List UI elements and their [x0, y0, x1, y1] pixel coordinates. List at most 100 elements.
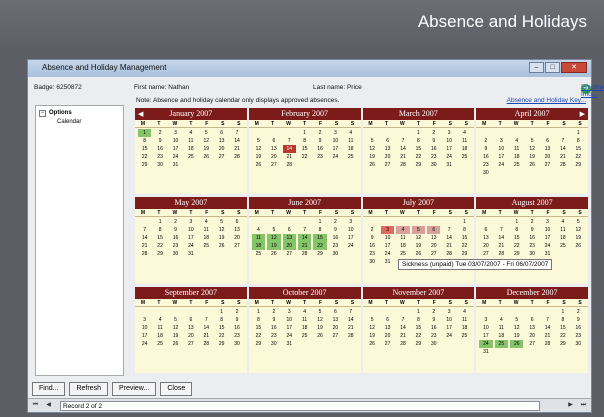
- day-cell[interactable]: 5: [169, 316, 182, 324]
- day-cell[interactable]: 31: [283, 340, 296, 348]
- day-cell[interactable]: 6: [381, 316, 394, 324]
- day-cell[interactable]: 18: [458, 145, 471, 153]
- day-cell[interactable]: 30: [572, 340, 585, 348]
- day-cell[interactable]: 31: [169, 161, 182, 169]
- day-cell[interactable]: 20: [479, 242, 492, 250]
- day-cell[interactable]: 26: [169, 340, 182, 348]
- day-cell[interactable]: 20: [381, 332, 394, 340]
- day-cell[interactable]: 26: [366, 161, 379, 169]
- day-cell[interactable]: 28: [495, 250, 508, 258]
- day-cell[interactable]: 22: [298, 153, 311, 161]
- day-cell[interactable]: 22: [556, 332, 569, 340]
- day-cell[interactable]: 23: [267, 332, 280, 340]
- day-cell[interactable]: 30: [153, 161, 166, 169]
- day-cell[interactable]: 2: [230, 308, 243, 316]
- day-cell[interactable]: 30: [329, 250, 342, 258]
- day-cell[interactable]: 12: [200, 137, 213, 145]
- day-cell[interactable]: 1: [556, 308, 569, 316]
- day-cell[interactable]: 1: [458, 218, 471, 226]
- day-cell[interactable]: 24: [381, 250, 394, 258]
- day-cell[interactable]: 16: [525, 234, 538, 242]
- day-cell[interactable]: 9: [427, 137, 440, 145]
- day-cell[interactable]: 12: [412, 234, 425, 242]
- day-cell[interactable]: 17: [283, 324, 296, 332]
- day-cell[interactable]: 21: [138, 242, 151, 250]
- day-cell[interactable]: 9: [572, 316, 585, 324]
- day-cell[interactable]: 8: [458, 226, 471, 234]
- day-cell[interactable]: 12: [510, 324, 523, 332]
- day-cell[interactable]: 1: [153, 218, 166, 226]
- day-cell[interactable]: 24: [541, 242, 554, 250]
- day-cell[interactable]: 7: [541, 316, 554, 324]
- day-cell[interactable]: 19: [200, 145, 213, 153]
- day-cell[interactable]: 9: [267, 316, 280, 324]
- day-cell[interactable]: 13: [479, 234, 492, 242]
- day-cell[interactable]: 12: [525, 145, 538, 153]
- day-cell[interactable]: 30: [267, 340, 280, 348]
- day-cell[interactable]: 7: [344, 308, 357, 316]
- day-cell[interactable]: 22: [252, 332, 265, 340]
- day-cell[interactable]: 26: [267, 250, 280, 258]
- day-cell[interactable]: 8: [138, 137, 151, 145]
- day-cell[interactable]: 5: [252, 137, 265, 145]
- day-cell[interactable]: 30: [479, 169, 492, 177]
- preview-button[interactable]: Preview...: [111, 382, 157, 396]
- day-cell[interactable]: 10: [184, 226, 197, 234]
- day-cell[interactable]: 25: [252, 250, 265, 258]
- day-cell[interactable]: 21: [495, 242, 508, 250]
- refresh-button[interactable]: Refresh: [69, 382, 108, 396]
- day-cell[interactable]: 25: [458, 153, 471, 161]
- day-cell[interactable]: 23: [230, 332, 243, 340]
- day-cell[interactable]: 14: [442, 234, 455, 242]
- day-cell[interactable]: 3: [380, 226, 395, 235]
- day-cell[interactable]: 28: [396, 340, 409, 348]
- first-record-icon[interactable]: ⏮: [31, 401, 40, 410]
- day-cell[interactable]: 18: [396, 242, 409, 250]
- day-cell[interactable]: 17: [138, 332, 151, 340]
- day-cell[interactable]: 14: [138, 234, 151, 242]
- day-cell[interactable]: 7: [396, 137, 409, 145]
- day-cell[interactable]: 22: [412, 153, 425, 161]
- day-cell[interactable]: 28: [200, 340, 213, 348]
- day-cell[interactable]: 21: [396, 332, 409, 340]
- day-cell[interactable]: 28: [442, 250, 455, 258]
- day-cell[interactable]: 13: [381, 324, 394, 332]
- day-cell[interactable]: 18: [556, 234, 569, 242]
- day-cell[interactable]: 26: [525, 161, 538, 169]
- day-cell[interactable]: 27: [267, 161, 280, 169]
- day-cell[interactable]: 9: [427, 316, 440, 324]
- day-cell[interactable]: 26: [510, 339, 524, 348]
- day-cell[interactable]: 3: [344, 218, 357, 226]
- prev-year-icon[interactable]: ◀: [138, 108, 143, 120]
- day-cell[interactable]: 20: [267, 153, 280, 161]
- day-cell[interactable]: 6: [329, 308, 342, 316]
- day-cell[interactable]: 27: [541, 161, 554, 169]
- day-cell[interactable]: 5: [215, 218, 228, 226]
- day-cell[interactable]: 18: [495, 332, 508, 340]
- day-cell[interactable]: 22: [412, 332, 425, 340]
- day-cell[interactable]: 5: [200, 129, 213, 137]
- day-cell[interactable]: 31: [442, 161, 455, 169]
- day-cell[interactable]: 11: [298, 316, 311, 324]
- day-cell[interactable]: 15: [138, 145, 151, 153]
- day-cell[interactable]: 8: [298, 137, 311, 145]
- day-cell[interactable]: 22: [458, 242, 471, 250]
- day-cell[interactable]: 10: [442, 316, 455, 324]
- day-cell[interactable]: 12: [366, 324, 379, 332]
- day-cell[interactable]: 29: [252, 340, 265, 348]
- day-cell[interactable]: 24: [344, 242, 357, 250]
- day-cell[interactable]: 8: [556, 316, 569, 324]
- day-cell[interactable]: 16: [267, 324, 280, 332]
- day-cell[interactable]: 21: [541, 332, 554, 340]
- day-cell[interactable]: 4: [556, 218, 569, 226]
- day-cell[interactable]: 8: [412, 137, 425, 145]
- day-cell[interactable]: 5: [510, 316, 523, 324]
- day-cell[interactable]: 24: [442, 153, 455, 161]
- day-cell[interactable]: 20: [215, 145, 228, 153]
- day-cell[interactable]: 28: [298, 250, 311, 258]
- day-cell[interactable]: 28: [230, 153, 243, 161]
- day-cell[interactable]: 12: [366, 145, 379, 153]
- day-cell[interactable]: 19: [267, 242, 281, 251]
- day-cell[interactable]: 19: [366, 332, 379, 340]
- day-cell[interactable]: 18: [200, 234, 213, 242]
